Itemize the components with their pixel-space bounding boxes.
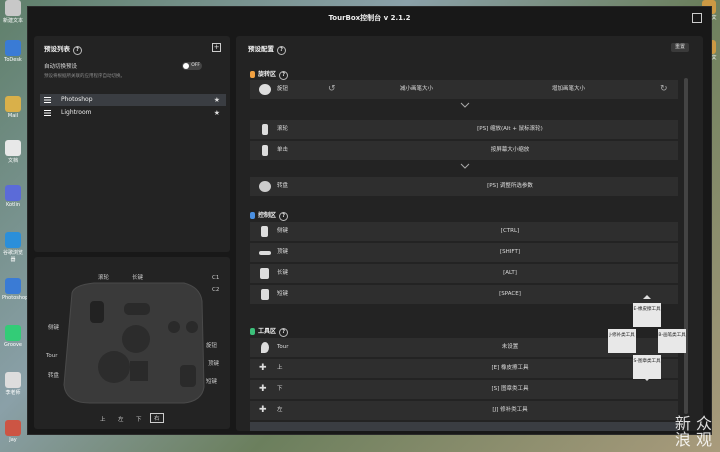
section-title-tools: 工具区? — [250, 326, 289, 337]
config-row-roll[interactable]: 滚轮 [PS] 缩放(Alt + 鼠标滚轮) — [250, 120, 678, 139]
config-row-click[interactable]: 单击 按屏幕大小缩放 — [250, 141, 678, 160]
help-icon[interactable]: ? — [279, 212, 289, 221]
watermark: 新 众 浪 观 — [674, 414, 712, 449]
expand-chevron-icon[interactable] — [460, 102, 470, 108]
desktop-icon[interactable]: Photoshop — [2, 278, 28, 301]
desktop-icon[interactable]: 李老师 — [2, 372, 24, 396]
section-color-dot — [250, 212, 255, 219]
desktop-icon[interactable]: 文档 — [2, 140, 24, 164]
roller-icon — [262, 145, 268, 156]
section-color-dot — [250, 328, 255, 335]
label-down: 下 — [136, 417, 142, 423]
help-icon[interactable]: ? — [279, 71, 289, 80]
preset-item-lightroom[interactable]: Lightroom ★ — [40, 107, 226, 119]
desktop-icon[interactable]: Jay — [2, 420, 24, 443]
section-title-control: 控制区? — [250, 210, 289, 221]
desktop-icon[interactable]: 新建文本 — [2, 0, 24, 24]
label-top: 顶键 — [208, 361, 220, 367]
section-title-rotation: 旋转区? — [250, 69, 289, 80]
app-icon — [5, 325, 21, 341]
dpad-right-option[interactable]: B-画笔类工具 — [658, 329, 686, 353]
help-icon[interactable]: ? — [279, 328, 289, 337]
toggle-knob — [183, 63, 189, 69]
app-icon — [5, 420, 21, 436]
doc-icon — [5, 140, 21, 156]
preset-item-photoshop[interactable]: Photoshop ★ — [40, 94, 226, 106]
config-row-knob[interactable]: 旋钮 ↺ 减小画笔大小 增加画笔大小 ↻ — [250, 80, 678, 99]
dpad-down-icon: ✚ — [259, 384, 267, 394]
app-icon — [5, 40, 21, 56]
app-icon — [5, 278, 21, 294]
help-icon[interactable]: ? — [277, 46, 286, 55]
dpad-up-option[interactable]: E-橡皮擦工具 — [633, 303, 661, 327]
star-icon[interactable]: ★ — [214, 94, 220, 106]
dpad-left-option[interactable]: J-修补类工具 — [608, 329, 636, 353]
label-left: 左 — [118, 417, 124, 423]
desktop-icon[interactable]: 谷歌浏览器 — [2, 232, 24, 263]
config-row-dial[interactable]: 转盘 [PS] 调整所选参数 — [250, 177, 678, 196]
dpad-up-icon: ✚ — [259, 363, 267, 373]
config-row-left[interactable]: ✚ 左 [J] 修补类工具 — [250, 401, 678, 420]
auto-switch-desc: 预设将根据所关联的应用程序自动切换。 — [44, 74, 125, 79]
long-key-icon — [260, 268, 269, 279]
reset-button[interactable]: 重置 — [670, 43, 689, 52]
label-up: 上 — [100, 417, 106, 423]
help-icon[interactable]: ? — [73, 46, 82, 55]
short-key-icon — [261, 289, 269, 300]
roller-icon — [262, 124, 268, 135]
dpad-left-icon: ✚ — [259, 405, 267, 415]
side-key-icon — [261, 226, 268, 237]
label-c2: C2 — [212, 287, 220, 293]
rotate-left-icon: ↺ — [328, 84, 336, 94]
preset-list-title: 预设列表? — [44, 43, 82, 55]
star-icon[interactable]: ★ — [214, 107, 220, 119]
config-row-top[interactable]: 顶键 [SHIFT] — [250, 243, 678, 262]
dpad-popup: E-橡皮擦工具 J-修补类工具 B-画笔类工具 S-图章类工具 — [608, 295, 686, 381]
preset-list-panel: 预设列表? + 自动切换预设 OFF 预设将根据所关联的应用程序自动切换。 Ph… — [34, 36, 230, 252]
title-bar: TourBox控制台 v 2.1.2 — [28, 7, 711, 29]
rotate-right-icon: ↻ — [660, 84, 668, 94]
top-key-icon — [259, 251, 271, 255]
expand-chevron-icon[interactable] — [460, 163, 470, 169]
desktop-icon[interactable]: Groove — [2, 325, 24, 348]
desktop-icon[interactable]: Mail — [2, 96, 24, 119]
drag-handle-icon[interactable] — [44, 97, 51, 103]
toggle-state: OFF — [191, 63, 200, 68]
label-right: 右 — [150, 413, 164, 423]
label-short: 短键 — [206, 379, 218, 385]
auto-switch-toggle[interactable]: OFF — [182, 62, 202, 70]
desktop-icon[interactable]: Kotlin — [2, 185, 24, 208]
config-row-side[interactable]: 侧键 [CTRL] — [250, 222, 678, 241]
tour-icon — [261, 342, 269, 353]
drag-handle-icon[interactable] — [44, 110, 51, 116]
preset-config-title: 预设配置? — [248, 43, 286, 55]
label-wheel: 转盘 — [48, 373, 60, 379]
app-icon — [5, 185, 21, 201]
config-row-right[interactable] — [250, 422, 678, 431]
label-dial: 旋钮 — [206, 343, 218, 349]
section-color-dot — [250, 71, 255, 78]
label-long: 长键 — [132, 275, 144, 281]
tourbox-device-illustration — [63, 282, 205, 404]
label-c1: C1 — [212, 275, 220, 281]
browser-icon — [5, 232, 21, 248]
app-icon — [5, 372, 21, 388]
dial-icon — [259, 181, 271, 192]
knob-icon — [259, 84, 271, 95]
add-preset-icon[interactable]: + — [212, 43, 221, 52]
window-title: TourBox控制台 v 2.1.2 — [328, 14, 411, 22]
auto-switch-label: 自动切换预设 — [44, 64, 78, 70]
config-row-down[interactable]: ✚ 下 [S] 图章类工具 — [250, 380, 678, 399]
config-row-long[interactable]: 长键 [ALT] — [250, 264, 678, 283]
popout-icon[interactable] — [692, 13, 702, 23]
mail-icon — [5, 96, 21, 112]
label-roller: 滚轮 — [98, 275, 110, 281]
dpad-down-option[interactable]: S-图章类工具 — [633, 355, 661, 379]
file-icon — [5, 0, 21, 16]
device-panel: 滚轮 长键 C1 C2 侧键 旋钮 Tour 顶键 转盘 短键 上 左 下 右 — [34, 257, 230, 429]
desktop-icon[interactable]: ToDesk — [2, 40, 24, 63]
label-tour: Tour — [46, 353, 58, 359]
label-side: 侧键 — [48, 325, 60, 331]
tourbox-window: TourBox控制台 v 2.1.2 预设列表? + 自动切换预设 OFF 预设… — [27, 6, 712, 435]
